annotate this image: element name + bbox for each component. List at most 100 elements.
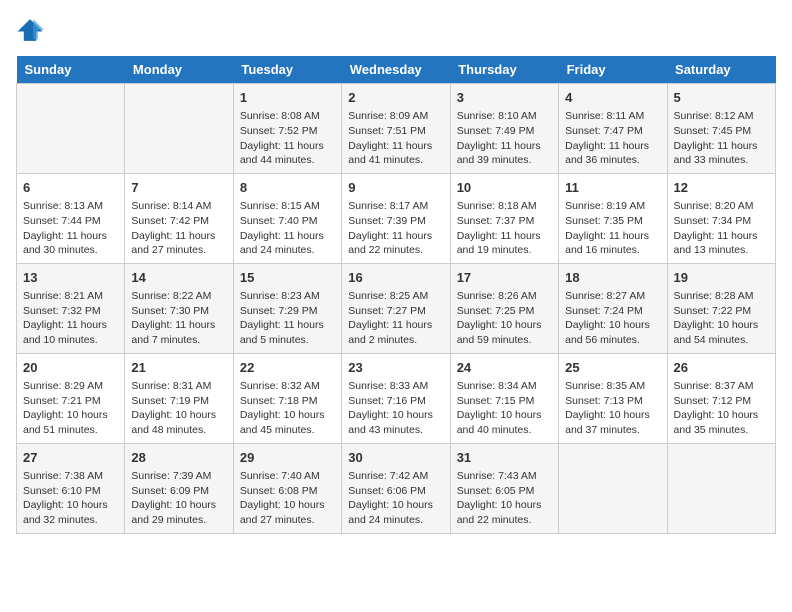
cell-info: Sunrise: 8:13 AM [23,199,118,214]
cell-info: Sunrise: 8:23 AM [240,289,335,304]
calendar-cell: 26 Sunrise: 8:37 AMSunset: 7:12 PMDayligh… [667,353,775,443]
cell-info: Sunset: 7:34 PM [674,214,769,229]
calendar-cell: 7Sunrise: 8:14 AMSunset: 7:42 PMDaylight… [125,173,233,263]
cell-info: Sunset: 7:39 PM [348,214,443,229]
calendar-cell: 30Sunrise: 7:42 AMSunset: 6:06 PMDayligh… [342,443,450,533]
day-number: 18 [565,269,660,287]
cell-info: Daylight: 11 hours and 41 minutes. [348,139,443,168]
calendar-cell: 25Sunrise: 8:35 AMSunset: 7:13 PMDayligh… [559,353,667,443]
cell-info: Sunset: 7:27 PM [348,304,443,319]
cell-info: Daylight: 11 hours and 33 minutes. [674,139,769,168]
cell-info: Sunset: 6:10 PM [23,484,118,499]
cell-info: Sunrise: 8:32 AM [240,379,335,394]
day-number: 12 [674,179,769,197]
cell-info: Sunset: 7:29 PM [240,304,335,319]
cell-info: Sunrise: 8:25 AM [348,289,443,304]
cell-info: Sunrise: 8:19 AM [565,199,660,214]
calendar-cell: 15 Sunrise: 8:23 AMSunset: 7:29 PMDayligh… [233,263,341,353]
calendar-cell: 9Sunrise: 8:17 AMSunset: 7:39 PMDaylight… [342,173,450,263]
calendar-cell: 20Sunrise: 8:29 AMSunset: 7:21 PMDayligh… [17,353,125,443]
day-header-sunday: Sunday [17,56,125,84]
cell-info: Sunset: 6:08 PM [240,484,335,499]
cell-info: Sunrise: 7:39 AM [131,469,226,484]
cell-info: Daylight: 11 hours and 36 minutes. [565,139,660,168]
cell-info: Sunrise: 8:08 AM [240,109,335,124]
cell-info: Sunset: 7:22 PM [674,304,769,319]
calendar-cell [125,84,233,174]
calendar-cell: 4Sunrise: 8:11 AMSunset: 7:47 PMDaylight… [559,84,667,174]
cell-info: Daylight: 11 hours and 19 minutes. [457,229,552,258]
cell-info: Sunrise: 8:29 AM [23,379,118,394]
cell-info: Sunset: 7:15 PM [457,394,552,409]
cell-info: Sunrise: 8:10 AM [457,109,552,124]
calendar-cell: 1Sunrise: 8:08 AMSunset: 7:52 PMDaylight… [233,84,341,174]
day-number: 8 [240,179,335,197]
cell-info: Daylight: 10 hours and 37 minutes. [565,408,660,437]
cell-info: Sunset: 7:35 PM [565,214,660,229]
week-row-2: 6Sunrise: 8:13 AMSunset: 7:44 PMDaylight… [17,173,776,263]
cell-info: Daylight: 11 hours and 10 minutes. [23,318,118,347]
week-row-3: 13Sunrise: 8:21 AMSunset: 7:32 PMDayligh… [17,263,776,353]
cell-info: Sunset: 7:49 PM [457,124,552,139]
calendar-cell: 18Sunrise: 8:27 AMSunset: 7:24 PMDayligh… [559,263,667,353]
cell-info: Daylight: 11 hours and 13 minutes. [674,229,769,258]
day-number: 15 [240,269,335,287]
cell-info: Daylight: 11 hours and 5 minutes. [240,318,335,347]
cell-info: Sunset: 7:45 PM [674,124,769,139]
cell-info: Sunrise: 8:11 AM [565,109,660,124]
day-number: 31 [457,449,552,467]
day-number: 9 [348,179,443,197]
calendar-cell: 6Sunrise: 8:13 AMSunset: 7:44 PMDaylight… [17,173,125,263]
cell-info: Daylight: 10 hours and 40 minutes. [457,408,552,437]
calendar-cell: 13Sunrise: 8:21 AMSunset: 7:32 PMDayligh… [17,263,125,353]
cell-info: Sunrise: 8:33 AM [348,379,443,394]
cell-info: Sunrise: 8:37 AM [674,379,769,394]
cell-info: Sunset: 7:12 PM [674,394,769,409]
cell-info: Daylight: 10 hours and 56 minutes. [565,318,660,347]
cell-info: Sunrise: 8:15 AM [240,199,335,214]
day-number: 11 [565,179,660,197]
day-number: 10 [457,179,552,197]
calendar-cell: 28Sunrise: 7:39 AMSunset: 6:09 PMDayligh… [125,443,233,533]
day-number: 1 [240,89,335,107]
calendar-table: SundayMondayTuesdayWednesdayThursdayFrid… [16,56,776,534]
calendar-cell: 22Sunrise: 8:32 AMSunset: 7:18 PMDayligh… [233,353,341,443]
cell-info: Sunset: 7:25 PM [457,304,552,319]
cell-info: Daylight: 10 hours and 51 minutes. [23,408,118,437]
day-number: 26 [674,359,769,377]
day-number: 23 [348,359,443,377]
day-number: 20 [23,359,118,377]
cell-info: Daylight: 10 hours and 24 minutes. [348,498,443,527]
calendar-cell [559,443,667,533]
cell-info: Sunset: 7:51 PM [348,124,443,139]
cell-info: Sunrise: 8:12 AM [674,109,769,124]
days-header-row: SundayMondayTuesdayWednesdayThursdayFrid… [17,56,776,84]
day-number: 14 [131,269,226,287]
day-header-saturday: Saturday [667,56,775,84]
cell-info: Daylight: 10 hours and 27 minutes. [240,498,335,527]
week-row-1: 1Sunrise: 8:08 AMSunset: 7:52 PMDaylight… [17,84,776,174]
cell-info: Sunrise: 8:14 AM [131,199,226,214]
cell-info: Daylight: 10 hours and 43 minutes. [348,408,443,437]
day-header-monday: Monday [125,56,233,84]
calendar-cell: 12Sunrise: 8:20 AMSunset: 7:34 PMDayligh… [667,173,775,263]
day-number: 19 [674,269,769,287]
cell-info: Daylight: 10 hours and 22 minutes. [457,498,552,527]
day-number: 2 [348,89,443,107]
calendar-cell: 10Sunrise: 8:18 AMSunset: 7:37 PMDayligh… [450,173,558,263]
cell-info: Daylight: 10 hours and 35 minutes. [674,408,769,437]
cell-info: Daylight: 10 hours and 32 minutes. [23,498,118,527]
week-row-5: 27Sunrise: 7:38 AMSunset: 6:10 PMDayligh… [17,443,776,533]
calendar-cell: 29Sunrise: 7:40 AMSunset: 6:08 PMDayligh… [233,443,341,533]
cell-info: Sunrise: 7:43 AM [457,469,552,484]
day-header-friday: Friday [559,56,667,84]
day-number: 30 [348,449,443,467]
cell-info: Sunrise: 8:26 AM [457,289,552,304]
logo [16,16,50,44]
cell-info: Daylight: 11 hours and 44 minutes. [240,139,335,168]
day-number: 24 [457,359,552,377]
cell-info: Sunset: 7:47 PM [565,124,660,139]
day-number: 7 [131,179,226,197]
day-header-wednesday: Wednesday [342,56,450,84]
cell-info: Daylight: 11 hours and 7 minutes. [131,318,226,347]
